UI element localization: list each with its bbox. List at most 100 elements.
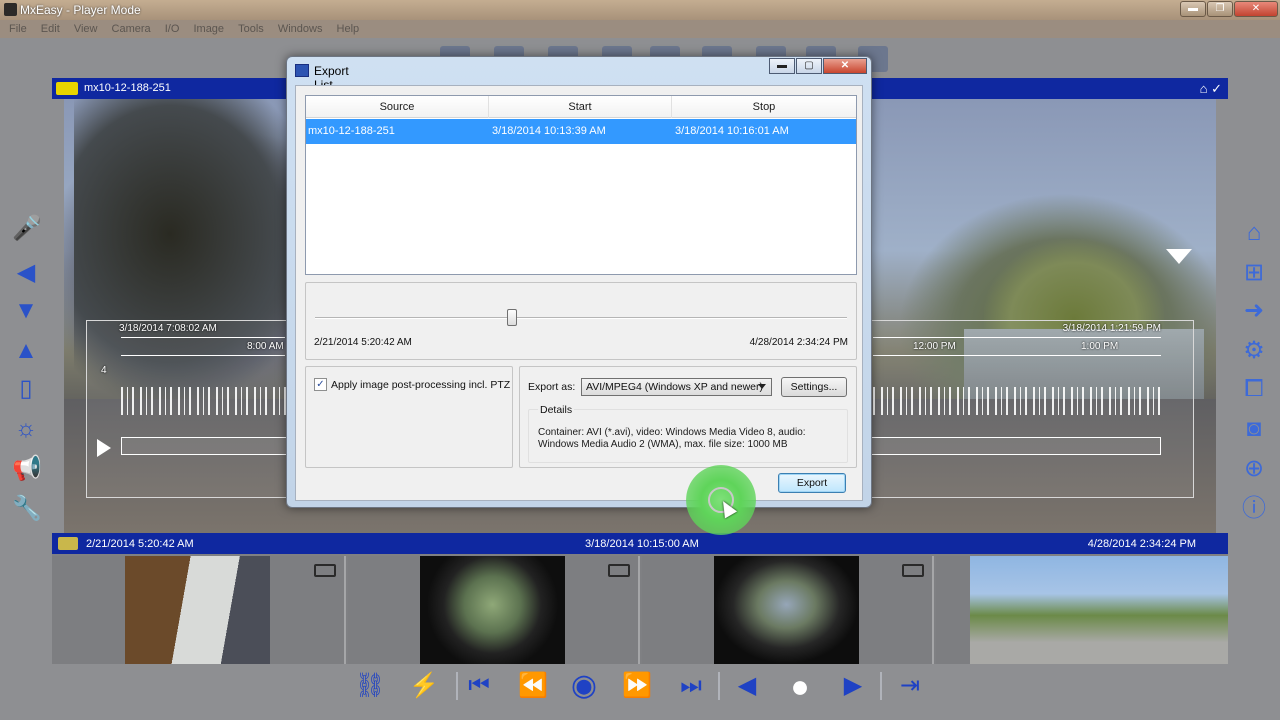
event-filter-icon[interactable]: ⚡: [404, 670, 444, 702]
slider-max-label: 4/28/2014 2:34:24 PM: [749, 337, 848, 348]
dialog-minimize-button[interactable]: ▬: [769, 58, 795, 74]
export-list-table[interactable]: Source Start Stop mx10-12-188-251 3/18/2…: [305, 95, 857, 275]
thumbnail-3-image: [714, 556, 859, 664]
options-box: ✓ Apply image post-processing incl. PTZ: [305, 366, 513, 468]
dialog-app-icon: [295, 64, 309, 77]
menu-file[interactable]: File: [9, 20, 27, 38]
column-start[interactable]: Start: [489, 96, 672, 118]
arrow-target-icon[interactable]: ➜: [1240, 297, 1268, 325]
info-icon[interactable]: ⓘ: [1240, 495, 1268, 523]
click-highlight: [686, 465, 756, 535]
fit-icon[interactable]: ⊞: [1240, 259, 1268, 287]
pause-icon[interactable]: ●: [780, 670, 820, 702]
row-start: 3/18/2014 10:13:39 AM: [492, 125, 606, 137]
dialog-maximize-button[interactable]: ▢: [796, 58, 822, 74]
thumbnail-1-image: [125, 556, 270, 664]
speaker-icon[interactable]: ◀: [12, 259, 40, 287]
thumbnail-strip: [52, 554, 1228, 664]
range-end: 4/28/2014 2:34:24 PM: [1087, 538, 1196, 550]
dialog-close-button[interactable]: ✕: [823, 58, 867, 74]
time-range-slider-box: 2/21/2014 5:20:42 AM 4/28/2014 2:34:24 P…: [305, 282, 857, 360]
camera-name: mx10-12-188-251: [84, 82, 171, 94]
ptz-down-icon[interactable]: ▼: [12, 297, 40, 325]
separator: [880, 672, 882, 700]
timeline-top-line-right: [873, 337, 1161, 338]
light-icon[interactable]: ☼: [12, 415, 40, 443]
table-row[interactable]: mx10-12-188-251 3/18/2014 10:13:39 AM 3/…: [306, 119, 856, 144]
last-event-icon[interactable]: ⏭: [674, 670, 708, 702]
right-toolbar: ⌂ ⊞ ➜ ⚙ ⧠ ◙ ⊕ ⓘ: [1234, 215, 1274, 525]
column-stop[interactable]: Stop: [672, 96, 856, 118]
menu-view[interactable]: View: [74, 20, 98, 38]
recording-icon: [608, 564, 630, 577]
snapshot-icon[interactable]: ◙: [1240, 415, 1268, 443]
maximize-button[interactable]: ❐: [1207, 1, 1233, 17]
step-back-icon[interactable]: ◀: [730, 670, 764, 702]
jump-to-icon[interactable]: ⇥: [890, 670, 930, 702]
export-format-select[interactable]: AVI/MPEG4 (Windows XP and newer): [581, 378, 772, 396]
wrench-icon[interactable]: 🔧: [12, 495, 42, 523]
separator: [456, 672, 458, 700]
live-icon[interactable]: ◉: [566, 670, 602, 702]
ptz-up-icon[interactable]: ▲: [12, 337, 40, 365]
slider-thumb[interactable]: [506, 309, 517, 326]
timeline-scale: 4: [101, 365, 107, 376]
menu-edit[interactable]: Edit: [41, 20, 60, 38]
timeline-top-line-left: [121, 337, 285, 338]
export-button[interactable]: Export: [778, 473, 846, 493]
slider-min-label: 2/21/2014 5:20:42 AM: [314, 337, 412, 348]
alarm-horn-icon[interactable]: 📢: [12, 455, 42, 483]
menu-camera[interactable]: Camera: [112, 20, 151, 38]
post-processing-label[interactable]: Apply image post-processing incl. PTZ: [331, 379, 510, 391]
first-event-icon[interactable]: ⏮: [462, 670, 496, 702]
post-processing-checkbox[interactable]: ✓: [314, 378, 327, 391]
door-icon[interactable]: ▯: [12, 375, 40, 403]
slider-track[interactable]: [315, 317, 847, 319]
thumbnail-4[interactable]: [936, 556, 1228, 664]
row-source: mx10-12-188-251: [308, 125, 395, 137]
thumbnail-4-image: [970, 556, 1228, 664]
menu-image[interactable]: Image: [193, 20, 224, 38]
expand-timeline-icon[interactable]: [1166, 249, 1192, 264]
details-label: Details: [538, 404, 575, 416]
minimize-button[interactable]: ▬: [1180, 1, 1206, 17]
home-icon[interactable]: ⌂: [1240, 219, 1268, 247]
playback-info-bar: 2/21/2014 5:20:42 AM 3/18/2014 10:15:00 …: [52, 533, 1228, 554]
timeline-mid-line-right: [873, 355, 1161, 356]
menu-help[interactable]: Help: [337, 20, 360, 38]
timeline-left-time: 8:00 AM: [247, 341, 284, 352]
thumbnail-3[interactable]: [642, 556, 934, 664]
column-source[interactable]: Source: [306, 96, 489, 118]
tape-icon: [58, 537, 78, 550]
title-bar: MxEasy - Player Mode ▬ ❐ ✕: [0, 0, 1280, 20]
dialog-body: Source Start Stop mx10-12-188-251 3/18/2…: [295, 85, 863, 535]
menu-windows[interactable]: Windows: [278, 20, 323, 38]
thumbnail-2-image: [420, 556, 565, 664]
export-format-value: AVI/MPEG4 (Windows XP and newer): [586, 381, 764, 393]
thumbnail-2[interactable]: [348, 556, 640, 664]
step-forward-icon[interactable]: ▶: [836, 670, 870, 702]
recording-icon: [314, 564, 336, 577]
lifebuoy-icon[interactable]: ⊕: [1240, 455, 1268, 483]
crop-icon[interactable]: ⧠: [1240, 375, 1268, 403]
menu-io[interactable]: I/O: [165, 20, 180, 38]
play-icon[interactable]: [97, 439, 111, 457]
timeline-tick-12pm: 12:00 PM: [913, 341, 956, 352]
prev-event-icon[interactable]: ⏪: [516, 670, 550, 702]
gear-icon[interactable]: ⚙: [1240, 337, 1268, 365]
menu-bar: File Edit View Camera I/O Image Tools Wi…: [0, 20, 1280, 38]
home-user-icon[interactable]: ⌂ ✓: [1200, 81, 1222, 97]
settings-button[interactable]: Settings...: [781, 377, 847, 397]
camera-icon: [56, 82, 78, 95]
close-button[interactable]: ✕: [1234, 1, 1278, 17]
table-header: Source Start Stop: [306, 96, 856, 118]
export-as-label: Export as:: [528, 381, 576, 393]
details-text: Container: AVI (*.avi), video: Windows M…: [538, 427, 806, 450]
row-stop: 3/18/2014 10:16:01 AM: [675, 125, 789, 137]
recording-icon: [902, 564, 924, 577]
next-event-icon[interactable]: ⏩: [620, 670, 654, 702]
microphone-icon[interactable]: 🎤: [12, 215, 42, 243]
thumbnail-1[interactable]: [52, 556, 346, 664]
search-link-icon[interactable]: ⛓: [350, 670, 390, 702]
menu-tools[interactable]: Tools: [238, 20, 264, 38]
